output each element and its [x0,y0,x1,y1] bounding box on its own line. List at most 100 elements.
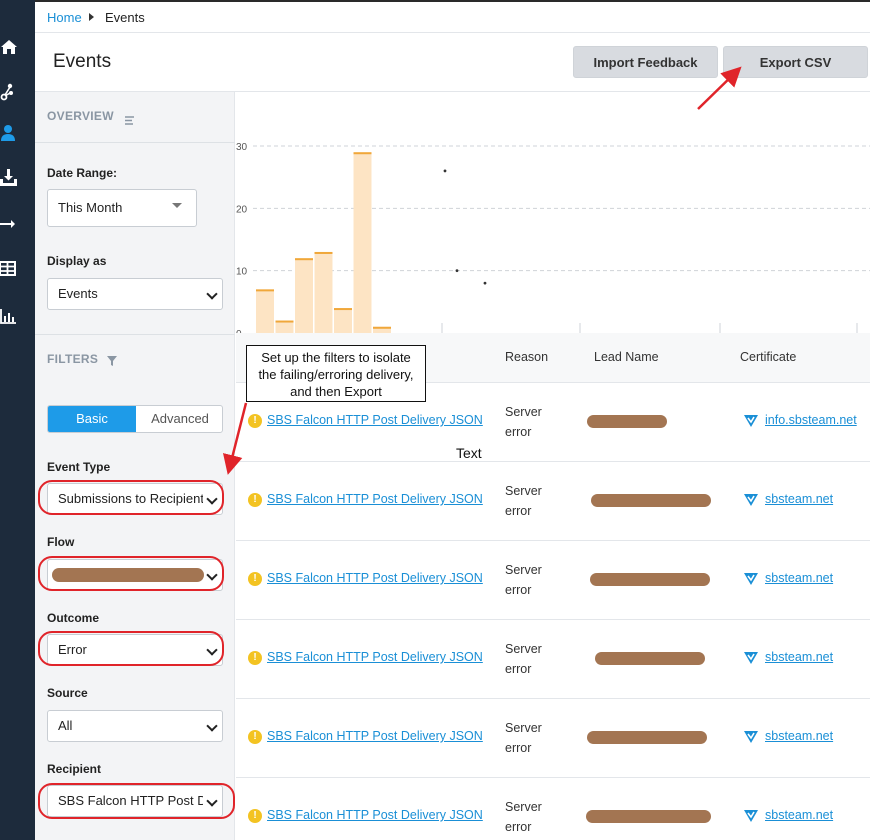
warning-icon: ! [248,572,262,586]
certificate-link[interactable]: sbsteam.net [765,492,833,506]
recipient-link[interactable]: SBS Falcon HTTP Post Delivery JSON [267,571,483,585]
certificate-shield-icon [744,572,758,586]
recipient-link[interactable]: SBS Falcon HTTP Post Delivery JSON [267,492,483,506]
recipient-link[interactable]: SBS Falcon HTTP Post Delivery JSON [267,808,483,822]
certificate-link[interactable]: sbsteam.net [765,729,833,743]
export-csv-button[interactable]: Export CSV [723,46,868,78]
warning-icon: ! [248,414,262,428]
filter-funnel-icon[interactable] [107,353,117,366]
source-label: Source [47,686,88,700]
divider [35,334,235,335]
redaction-mark [52,568,204,582]
chart-bar-top [295,258,313,261]
chart-bar-top [373,326,391,329]
source-select[interactable]: All [47,710,223,742]
column-header-reason[interactable]: Reason [505,350,548,364]
chart-bar[interactable] [295,258,313,333]
arrow-right-icon[interactable] [0,215,18,233]
recipient-link[interactable]: SBS Falcon HTTP Post Delivery JSON [267,729,483,743]
date-range-label: Date Range: [47,166,118,180]
breadcrumb-current: Events [105,10,145,25]
y-tick-label: 10 [236,267,248,278]
column-header-lead-name[interactable]: Lead Name [594,350,659,364]
events-chart-svg: 0102030 [236,142,870,333]
table-icon[interactable] [0,260,18,278]
display-as-select[interactable]: Events [47,278,223,310]
date-range-select[interactable]: This Month [47,189,197,227]
table-row[interactable]: ! SBS Falcon HTTP Post Delivery JSON Serve… [236,541,870,620]
certificate-shield-icon [744,730,758,744]
breadcrumb: Home Events [35,0,870,33]
chart-bar-top [256,289,274,292]
app-root: Home Events Events Import Feedback Expor… [0,0,870,840]
recipient-link[interactable]: SBS Falcon HTTP Post Delivery JSON [267,413,483,427]
page-title: Events [53,51,112,72]
bar-chart-icon[interactable] [0,308,18,326]
reason-text: Server error [505,563,542,597]
chevron-down-icon [206,720,218,732]
tab-advanced[interactable]: Advanced [136,406,222,432]
certificate-link[interactable]: sbsteam.net [765,571,833,585]
outcome-label: Outcome [47,611,100,625]
chart-bar[interactable] [334,308,352,333]
chart-bar-top [334,308,352,311]
callout-line: the failing/erroring delivery, [258,367,414,382]
annotation-callout: Set up the filters to isolate the failin… [246,345,426,402]
chart-bar-top [314,251,333,254]
table-row[interactable]: ! SBS Falcon HTTP Post Delivery JSON Serve… [236,778,870,840]
certificate-link[interactable]: info.sbsteam.net [765,413,857,427]
chart-bar[interactable] [256,289,274,333]
warning-icon: ! [248,493,262,507]
certificate-shield-icon [744,651,758,665]
overview-title: OVERVIEW [47,109,114,123]
filter-mode-toggle: Basic Advanced [47,405,223,433]
breadcrumb-separator-icon [89,13,94,21]
import-feedback-button[interactable]: Import Feedback [573,46,718,78]
home-icon[interactable] [0,38,18,56]
redaction-mark [595,652,705,665]
events-table: Reason Lead Name Certificate ! SBS Falcon… [236,333,870,840]
event-type-label: Event Type [47,460,111,474]
flow-label: Flow [47,535,75,549]
chart-bar[interactable] [314,251,333,333]
breadcrumb-home-link[interactable]: Home [47,10,82,25]
filter-sidebar: OVERVIEW Date Range: This Month Display … [35,92,235,840]
date-range-value: This Month [58,200,123,215]
recipient-link[interactable]: SBS Falcon HTTP Post Delivery JSON [267,650,483,664]
warning-icon: ! [248,730,262,744]
filters-title: FILTERS [47,352,99,366]
certificate-link[interactable]: sbsteam.net [765,650,833,664]
table-row[interactable]: ! SBS Falcon HTTP Post Delivery JSON Serve… [236,462,870,541]
page-header: Events Import Feedback Export CSV [35,33,870,92]
certificate-link[interactable]: sbsteam.net [765,808,833,822]
chart-point[interactable] [455,269,459,273]
user-icon[interactable] [0,124,18,142]
source-value: All [58,718,73,733]
reason-text: Server error [505,642,542,676]
table-row[interactable]: ! SBS Falcon HTTP Post Delivery JSON Serve… [236,620,870,699]
y-tick-label: 30 [236,142,248,153]
warning-icon: ! [248,809,262,823]
y-tick-label: 20 [236,204,248,215]
warning-icon: ! [248,651,262,665]
table-row[interactable]: ! SBS Falcon HTTP Post Delivery JSON Serve… [236,699,870,778]
column-header-certificate[interactable]: Certificate [740,350,796,364]
tab-basic[interactable]: Basic [48,406,136,432]
reason-text: Server error [505,721,542,755]
chart-bar[interactable] [353,152,372,333]
chart-bar-top [353,152,372,155]
chart-point[interactable] [483,281,487,285]
reason-text: Server error [505,484,542,518]
flow-icon[interactable] [0,83,18,101]
recipient-label: Recipient [47,762,102,776]
divider [35,142,235,143]
reason-text: Server error [505,800,542,834]
chevron-down-icon [206,288,218,300]
callout-line: and then Export [290,384,382,399]
redaction-mark [587,731,707,744]
list-toggle-icon[interactable] [125,112,135,125]
highlight-event-type [38,480,224,515]
highlight-outcome [38,631,224,666]
chart-point[interactable] [443,169,447,173]
download-icon[interactable] [0,168,18,186]
